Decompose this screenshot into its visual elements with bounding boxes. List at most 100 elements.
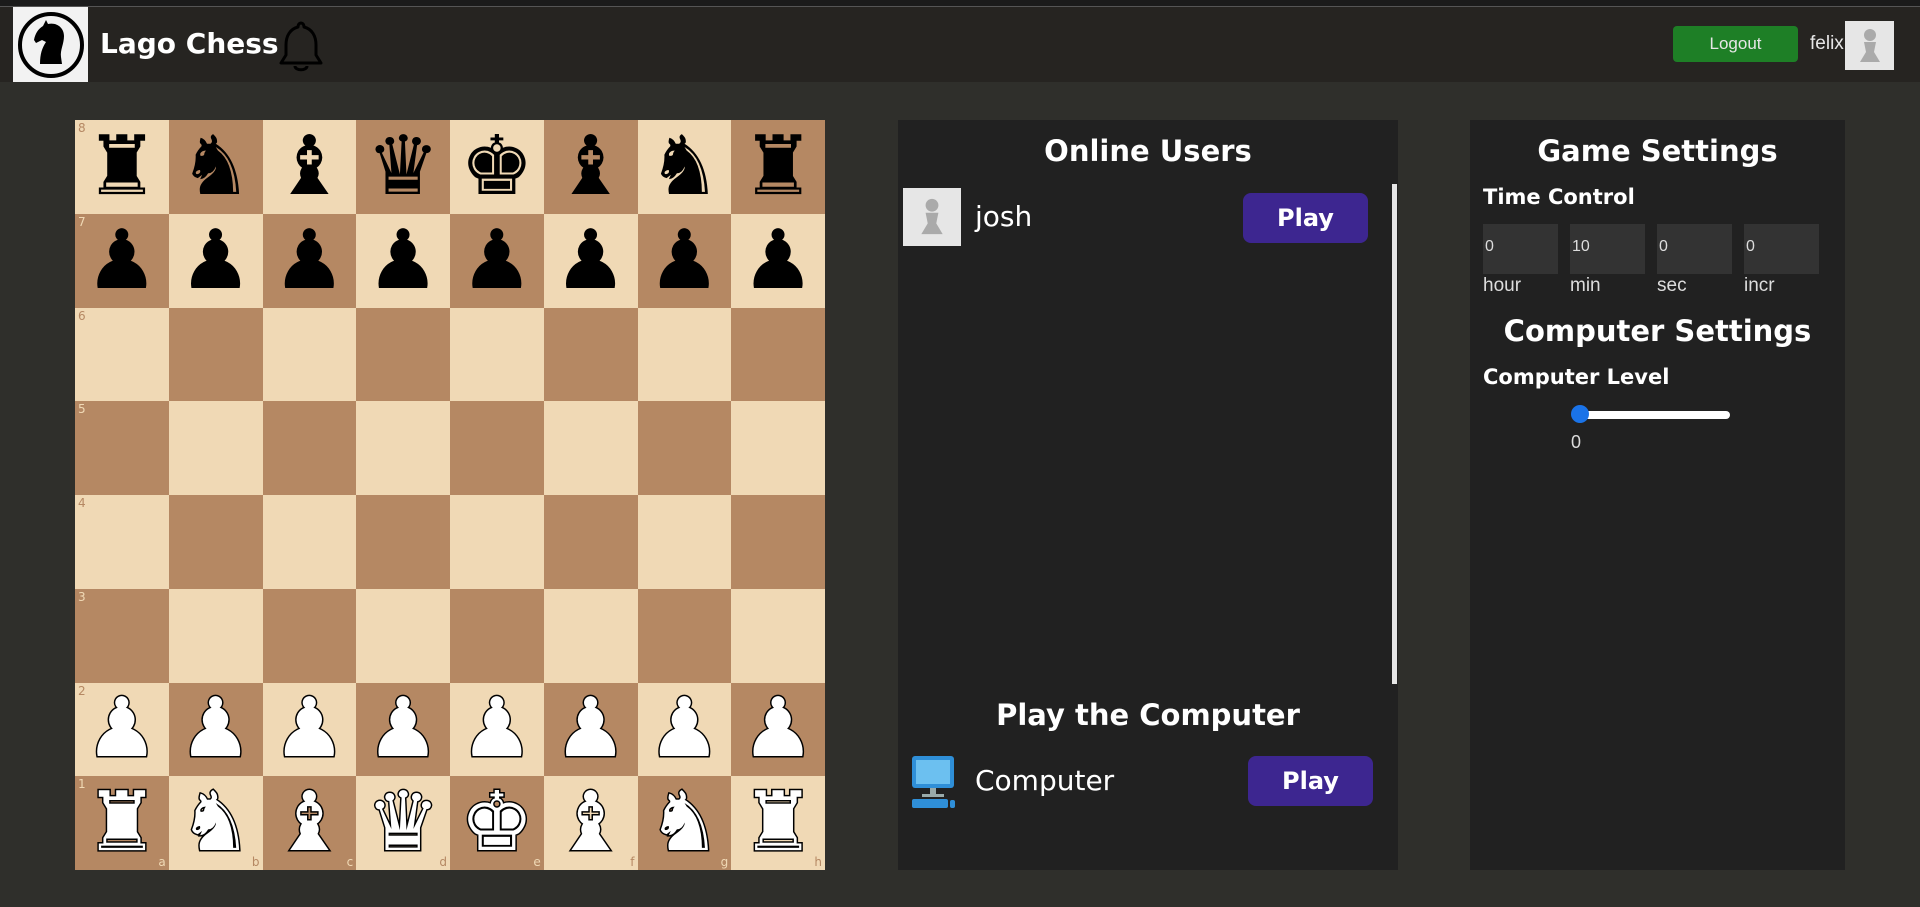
- square-f4[interactable]: [543, 495, 638, 589]
- chess-piece[interactable]: ♜: [85, 125, 159, 208]
- chess-piece[interactable]: ♛: [365, 780, 441, 865]
- chess-piece[interactable]: ♟: [740, 686, 816, 771]
- square-a2[interactable]: ♟ 2: [75, 682, 169, 777]
- square-d1[interactable]: ♛ d: [356, 776, 450, 870]
- chess-piece[interactable]: ♟: [273, 219, 347, 302]
- chess-piece[interactable]: ♟: [366, 219, 440, 302]
- app-title[interactable]: Lago Chess: [100, 27, 279, 60]
- chess-board[interactable]: ♜ 8 ♞ ♝ ♛ ♚ ♝ ♞ ♜ ♟ 7 ♟ ♟ ♟ ♟ ♟ ♟ ♟ 6 5 4 3 ♟ 2 ♟ ♟ ♟ ♟ ♟ ♟ ♟ ♜ 1 a ♞ b ♝ c ♛ d…: [75, 120, 825, 870]
- square-f3[interactable]: [543, 588, 638, 683]
- chess-piece[interactable]: ♟: [741, 219, 815, 302]
- bell-icon[interactable]: [276, 19, 326, 75]
- chess-piece[interactable]: ♟: [85, 219, 159, 302]
- square-g4[interactable]: [637, 495, 732, 589]
- square-b5[interactable]: [168, 401, 263, 495]
- square-a5[interactable]: 5: [75, 401, 169, 495]
- square-e4[interactable]: [450, 495, 544, 589]
- square-a7[interactable]: ♟ 7: [75, 213, 169, 308]
- square-b1[interactable]: ♞ b: [168, 776, 263, 870]
- square-h6[interactable]: [731, 307, 825, 402]
- square-d8[interactable]: ♛: [356, 120, 450, 214]
- square-c2[interactable]: ♟: [262, 682, 357, 777]
- square-e5[interactable]: [450, 401, 544, 495]
- chess-piece[interactable]: ♞: [648, 125, 722, 208]
- square-h2[interactable]: ♟: [731, 682, 825, 777]
- square-h8[interactable]: ♜: [731, 120, 825, 214]
- chess-piece[interactable]: ♚: [459, 780, 535, 865]
- square-b8[interactable]: ♞: [168, 120, 263, 214]
- square-h7[interactable]: ♟: [731, 213, 825, 308]
- square-a1[interactable]: ♜ 1 a: [75, 776, 169, 870]
- chess-piece[interactable]: ♞: [177, 780, 253, 865]
- square-d4[interactable]: [356, 495, 450, 589]
- square-h3[interactable]: [731, 588, 825, 683]
- square-b2[interactable]: ♟: [168, 682, 263, 777]
- square-g6[interactable]: [637, 307, 732, 402]
- square-a3[interactable]: 3: [75, 588, 169, 683]
- square-g5[interactable]: [637, 401, 732, 495]
- square-e7[interactable]: ♟: [450, 213, 544, 308]
- square-h1[interactable]: ♜ h: [731, 776, 825, 870]
- chess-piece[interactable]: ♟: [648, 219, 722, 302]
- chess-piece[interactable]: ♝: [271, 780, 347, 865]
- square-b6[interactable]: [168, 307, 263, 402]
- square-f6[interactable]: [543, 307, 638, 402]
- square-b3[interactable]: [168, 588, 263, 683]
- square-c8[interactable]: ♝: [262, 120, 357, 214]
- chess-piece[interactable]: ♝: [552, 780, 628, 865]
- chess-piece[interactable]: ♟: [646, 686, 722, 771]
- chess-piece[interactable]: ♟: [554, 219, 628, 302]
- chess-piece[interactable]: ♞: [646, 780, 722, 865]
- play-user-button[interactable]: Play: [1243, 193, 1368, 243]
- square-c3[interactable]: [262, 588, 357, 683]
- computer-level-slider[interactable]: [1573, 411, 1730, 419]
- square-f1[interactable]: ♝ f: [543, 776, 638, 870]
- chess-piece[interactable]: ♟: [271, 686, 347, 771]
- square-c5[interactable]: [262, 401, 357, 495]
- square-h5[interactable]: [731, 401, 825, 495]
- chess-piece[interactable]: ♞: [179, 125, 253, 208]
- square-f8[interactable]: ♝: [543, 120, 638, 214]
- square-a8[interactable]: ♜ 8: [75, 120, 169, 214]
- chess-piece[interactable]: ♟: [179, 219, 253, 302]
- square-d3[interactable]: [356, 588, 450, 683]
- sec-input[interactable]: 0: [1657, 224, 1732, 274]
- square-d2[interactable]: ♟: [356, 682, 450, 777]
- chess-piece[interactable]: ♟: [365, 686, 441, 771]
- chess-piece[interactable]: ♚: [460, 125, 534, 208]
- chess-piece[interactable]: ♟: [177, 686, 253, 771]
- square-b7[interactable]: ♟: [168, 213, 263, 308]
- square-f7[interactable]: ♟: [543, 213, 638, 308]
- square-b4[interactable]: [168, 495, 263, 589]
- chess-piece[interactable]: ♟: [84, 686, 160, 771]
- square-g8[interactable]: ♞: [637, 120, 732, 214]
- square-c4[interactable]: [262, 495, 357, 589]
- square-d7[interactable]: ♟: [356, 213, 450, 308]
- knight-logo-icon[interactable]: [13, 7, 88, 82]
- chess-piece[interactable]: ♛: [366, 125, 440, 208]
- square-g7[interactable]: ♟: [637, 213, 732, 308]
- chess-piece[interactable]: ♟: [460, 219, 534, 302]
- square-c7[interactable]: ♟: [262, 213, 357, 308]
- square-a4[interactable]: 4: [75, 495, 169, 589]
- square-c1[interactable]: ♝ c: [262, 776, 357, 870]
- chess-piece[interactable]: ♜: [741, 125, 815, 208]
- square-e6[interactable]: [450, 307, 544, 402]
- square-e1[interactable]: ♚ e: [450, 776, 544, 870]
- square-a6[interactable]: 6: [75, 307, 169, 402]
- logout-button[interactable]: Logout: [1673, 26, 1798, 62]
- chess-piece[interactable]: ♟: [459, 686, 535, 771]
- square-h4[interactable]: [731, 495, 825, 589]
- square-d5[interactable]: [356, 401, 450, 495]
- chess-piece[interactable]: ♟: [552, 686, 628, 771]
- square-f2[interactable]: ♟: [543, 682, 638, 777]
- square-g1[interactable]: ♞ g: [637, 776, 732, 870]
- hour-input[interactable]: 0: [1483, 224, 1558, 274]
- play-computer-button[interactable]: Play: [1248, 756, 1373, 806]
- min-input[interactable]: 10: [1570, 224, 1645, 274]
- slider-thumb[interactable]: [1571, 405, 1589, 423]
- square-e2[interactable]: ♟: [450, 682, 544, 777]
- square-f5[interactable]: [543, 401, 638, 495]
- incr-input[interactable]: 0: [1744, 224, 1819, 274]
- square-d6[interactable]: [356, 307, 450, 402]
